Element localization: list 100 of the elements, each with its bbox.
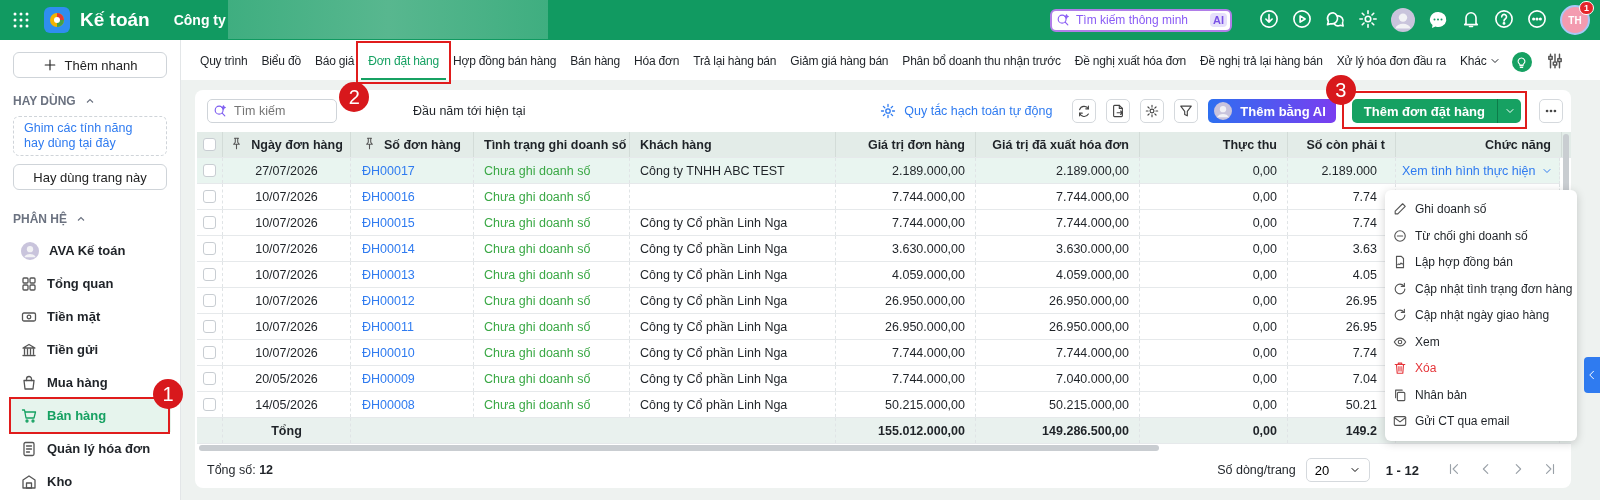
tab[interactable]: Biểu đồ [254, 44, 308, 80]
table-row[interactable]: 27/07/2026 ĐH00017 Chưa ghi doanh số Công ty TNHH ABC TEST 2.189.000,00 2.189.000,00 0,00 2.189.000 [197, 158, 1396, 184]
refresh-button[interactable] [1072, 99, 1097, 123]
tab[interactable]: Bán hàng [563, 44, 628, 80]
period-label[interactable]: Đầu năm tới hiện tại [413, 104, 526, 118]
tab[interactable]: Trả lại hàng bán [686, 44, 784, 80]
table-cell: 0,00 [1252, 163, 1277, 178]
column-header[interactable]: Chức năng [1485, 137, 1551, 152]
column-header[interactable]: Số còn phải t [1306, 137, 1385, 152]
play-icon[interactable] [1292, 8, 1312, 29]
tab[interactable]: Đề nghị xuất hóa đơn [1067, 44, 1194, 80]
row-checkbox[interactable] [203, 320, 216, 333]
download-icon[interactable] [1259, 8, 1279, 29]
sidebar-item[interactable]: Kho [9, 465, 85, 498]
column-header[interactable]: Thực thu [1222, 137, 1277, 152]
table-cell: 2.189.000 [1321, 163, 1377, 178]
refresh-icon [1077, 104, 1092, 118]
page-size-select[interactable]: 20 [1305, 458, 1370, 482]
message-icon[interactable] [1428, 10, 1448, 30]
order-number-link[interactable]: ĐH00014 [362, 241, 415, 256]
table-cell: 10/07/2026 [255, 345, 318, 360]
table-cell: 7.744.000,00 [892, 189, 965, 204]
more-tab[interactable]: Khác [1453, 44, 1508, 80]
row-checkbox[interactable] [203, 372, 216, 385]
tab[interactable]: Giảm giá hàng bán [783, 44, 896, 80]
column-header[interactable]: Giá trị đã xuất hóa đơn [992, 137, 1129, 152]
search-field[interactable]: Tìm kiếm [207, 99, 337, 123]
total-cell: 149.286.500,00 [1042, 423, 1129, 438]
column-header[interactable]: Số đơn hàng [363, 136, 461, 153]
order-number-link[interactable]: ĐH00010 [362, 345, 415, 360]
status-text: Chưa ghi doanh số [484, 293, 591, 308]
first-page-icon[interactable] [1447, 461, 1461, 476]
horizontal-scrollbar[interactable] [199, 445, 1159, 451]
column-header[interactable]: Giá trị đơn hàng [867, 137, 965, 152]
table-cell: 0,00 [1252, 319, 1277, 334]
favorite-page-button[interactable]: Hay dùng trang này [13, 164, 167, 190]
lightbulb-icon[interactable] [1511, 52, 1532, 72]
help-icon[interactable] [1494, 8, 1514, 29]
quick-add-button[interactable]: Thêm nhanh [13, 52, 167, 78]
table-cell: 0,00 [1252, 371, 1277, 386]
refresh-icon [1393, 281, 1407, 296]
table-cell: 20/05/2026 [255, 371, 318, 386]
order-number-link[interactable]: ĐH00015 [362, 215, 415, 230]
ai-add-button[interactable]: Thêm bằng AI [1208, 99, 1336, 123]
table-cell: 10/07/2026 [255, 241, 318, 256]
sidebar-item[interactable]: Tổng quan [9, 267, 126, 300]
settings-icon[interactable] [1358, 8, 1378, 29]
table-cell: 14/05/2026 [255, 397, 318, 412]
filter-button[interactable] [1174, 99, 1199, 123]
row-checkbox[interactable] [203, 346, 216, 359]
order-number-link[interactable]: ĐH00017 [362, 163, 415, 178]
more-icon[interactable] [1527, 8, 1547, 29]
table-cell: 10/07/2026 [255, 267, 318, 282]
sidebar-item[interactable]: Tiền mặt [9, 300, 113, 333]
row-checkbox[interactable] [203, 190, 216, 203]
sidebar-item[interactable]: Quản lý hóa đơn [9, 432, 163, 465]
column-header[interactable]: Tình trạng ghi doanh số [484, 137, 627, 152]
apps-menu-icon[interactable] [12, 11, 30, 29]
row-checkbox[interactable] [203, 216, 216, 229]
order-number-link[interactable]: ĐH00013 [362, 267, 415, 282]
order-number-link[interactable]: ĐH00011 [362, 319, 414, 334]
document-icon [1393, 255, 1407, 270]
order-number-link[interactable]: ĐH00016 [362, 189, 415, 204]
column-header[interactable]: Ngày đơn hàng [230, 136, 343, 153]
table-cell: 7.040.000,00 [1056, 371, 1129, 386]
row-checkbox[interactable] [203, 164, 216, 177]
select-all-checkbox[interactable] [203, 138, 216, 151]
row-checkbox[interactable] [203, 294, 216, 307]
tab[interactable]: Phân bổ doanh thu nhận trước [895, 44, 1068, 80]
tab[interactable]: Báo giá [307, 44, 362, 80]
side-panel-tab[interactable] [1584, 357, 1600, 393]
tab[interactable]: Quy trình [193, 44, 255, 80]
tab[interactable]: Hóa đơn [627, 44, 687, 80]
order-number-link[interactable]: ĐH00009 [362, 371, 415, 386]
app-logo-icon [44, 7, 70, 33]
sliders-icon[interactable] [1545, 51, 1564, 70]
row-checkbox[interactable] [203, 242, 216, 255]
status-text: Chưa ghi doanh số [484, 189, 591, 204]
rules-link[interactable]: Quy tắc hạch toán tự động [880, 103, 1053, 119]
last-page-icon[interactable] [1543, 461, 1557, 476]
column-header[interactable]: Khách hàng [640, 137, 712, 152]
total-cell: 149.2 [1345, 423, 1377, 438]
tab[interactable]: Hợp đồng bán hàng [446, 44, 564, 80]
row-checkbox[interactable] [203, 268, 216, 281]
sidebar-item[interactable]: AVA Kế toán [9, 234, 138, 267]
search-icon [1056, 13, 1070, 27]
filter-icon [1179, 104, 1194, 118]
table-cell: Công ty Cổ phần Linh Nga [640, 215, 788, 230]
order-number-link[interactable]: ĐH00012 [362, 293, 415, 308]
more-button[interactable] [1539, 99, 1563, 123]
sidebar-item[interactable]: Mua hàng [9, 366, 120, 399]
table-cell: 10/07/2026 [255, 319, 318, 334]
status-text: Chưa ghi doanh số [484, 345, 591, 360]
export-button[interactable] [1106, 99, 1131, 123]
add-options-button[interactable] [1497, 99, 1521, 123]
row-checkbox[interactable] [203, 398, 216, 411]
ai-label: AI [1210, 13, 1227, 27]
sidebar-item[interactable]: Tiền gửi [9, 333, 111, 366]
settings-button[interactable] [1140, 99, 1165, 123]
order-number-link[interactable]: ĐH00008 [362, 397, 415, 412]
